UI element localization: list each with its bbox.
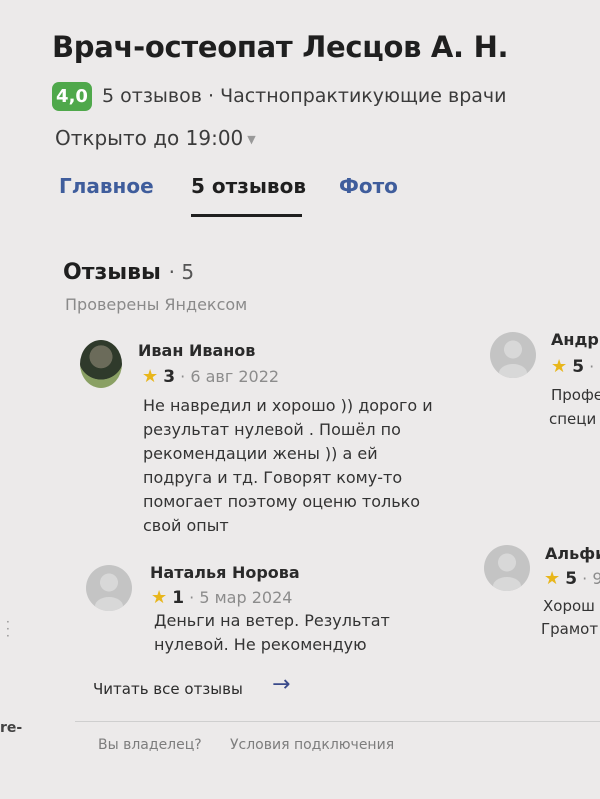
reviewer-name[interactable]: Наталья Норова xyxy=(150,563,300,582)
review-score: 5 xyxy=(572,357,585,377)
reviewer-name[interactable]: Альфи xyxy=(545,544,600,563)
review-rating: ★ 5 · 9 xyxy=(544,568,600,589)
reviewer-name[interactable]: Иван Иванов xyxy=(138,341,255,360)
review-date: · xyxy=(589,357,595,376)
star-icon: ★ xyxy=(544,568,561,589)
review-score: 3 xyxy=(163,367,176,387)
avatar[interactable] xyxy=(490,332,536,378)
sidebar-fragment: re- xyxy=(0,720,23,736)
review-rating: ★ 3 · 6 авг 2022 xyxy=(142,366,279,387)
review-text: специ xyxy=(549,410,597,428)
review-text: Профе xyxy=(551,386,600,404)
active-tab-indicator xyxy=(191,214,302,217)
review-text: Деньги на ветер. Результат нулевой. Не р… xyxy=(154,611,390,654)
review-score: 5 xyxy=(565,569,578,589)
reviewer-name[interactable]: Андр xyxy=(551,330,599,349)
footer-divider xyxy=(75,721,600,722)
reviews-count: · 5 xyxy=(168,260,195,284)
review-date: · 9 xyxy=(582,569,600,588)
page-title: Врач-остеопат Лесцов А. Н. xyxy=(52,30,509,64)
read-all-reviews-link[interactable]: Читать все отзывы xyxy=(93,680,243,698)
open-status[interactable]: Открыто до 19:00 ▼ xyxy=(55,126,256,150)
review-rating: ★ 5 · xyxy=(551,356,594,377)
terms-link[interactable]: Условия подключения xyxy=(230,737,394,753)
reviews-meta[interactable]: 5 отзывов · Частнопрактикующие врачи xyxy=(102,85,506,107)
open-status-label: Открыто до 19:00 xyxy=(55,126,244,150)
rating-badge: 4,0 xyxy=(52,82,92,111)
verified-note: Проверены Яндексом xyxy=(65,295,248,314)
review-score: 1 xyxy=(172,588,185,608)
review-rating: ★ 1 · 5 мар 2024 xyxy=(151,587,292,608)
star-icon: ★ xyxy=(151,587,168,608)
owner-link[interactable]: Вы владелец? xyxy=(98,737,202,753)
star-icon: ★ xyxy=(551,356,568,377)
review-text: Не навредил и хорошо )) дорого и результ… xyxy=(143,396,433,535)
avatar[interactable] xyxy=(86,565,132,611)
tab-photo[interactable]: Фото xyxy=(339,174,398,198)
avatar[interactable] xyxy=(80,340,122,388)
review-date: · 6 авг 2022 xyxy=(180,367,280,386)
reviews-heading-label: Отзывы xyxy=(63,260,161,285)
tab-reviews[interactable]: 5 отзывов xyxy=(191,174,306,198)
review-text: Грамот xyxy=(541,620,599,638)
avatar[interactable] xyxy=(484,545,530,591)
reviews-heading: Отзывы · 5 xyxy=(63,260,194,285)
arrow-right-icon[interactable]: → xyxy=(272,672,290,697)
tab-main[interactable]: Главное xyxy=(59,174,154,198)
chevron-down-icon: ▼ xyxy=(247,133,256,146)
review-date: · 5 мар 2024 xyxy=(189,588,293,607)
star-icon: ★ xyxy=(142,366,159,387)
review-text: Хорош xyxy=(543,597,595,615)
scroll-dots-icon: · · · xyxy=(6,615,10,643)
